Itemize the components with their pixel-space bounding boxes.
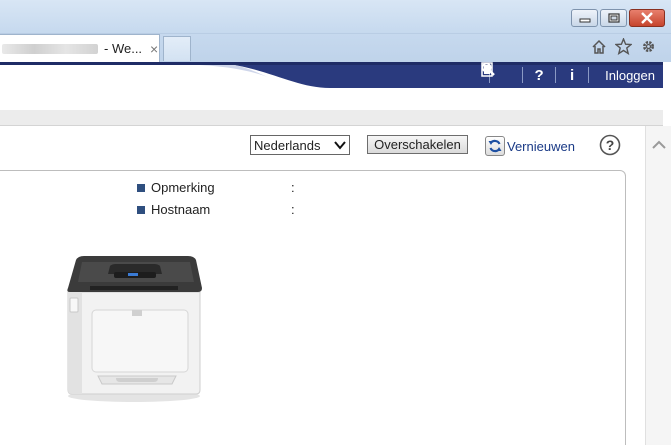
help-icon-glyph: ? — [606, 137, 615, 153]
language-select-value: Nederlands — [254, 137, 321, 153]
tab-title: - We... — [104, 41, 143, 56]
chevron-down-icon — [334, 140, 346, 150]
close-icon — [641, 12, 653, 24]
home-icon[interactable] — [590, 38, 607, 55]
info-separator: : — [291, 180, 295, 195]
gear-icon[interactable] — [640, 38, 657, 55]
bullet-square — [137, 205, 145, 214]
info-label: Hostnaam — [151, 202, 211, 217]
help-icon: ? — [599, 134, 621, 156]
tab-url-blurred — [2, 43, 98, 54]
tab-close-icon[interactable]: × — [150, 41, 158, 57]
login-button[interactable]: Inloggen — [481, 62, 655, 83]
help-button[interactable]: ? — [531, 67, 547, 84]
browser-toolbar-icons — [590, 38, 657, 55]
info-button[interactable]: i — [564, 67, 580, 84]
minimize-button[interactable] — [571, 9, 598, 27]
login-icon — [481, 62, 493, 77]
browser-tab-strip: - We... × — [0, 34, 671, 62]
header-separator-band — [0, 110, 663, 126]
star-icon[interactable] — [615, 38, 632, 55]
close-window-button[interactable] — [629, 9, 665, 27]
restore-icon — [607, 13, 620, 23]
info-label: Opmerking — [151, 180, 215, 195]
printer-image — [67, 256, 202, 402]
divider — [588, 67, 590, 83]
divider — [555, 67, 557, 83]
bullet-square — [137, 183, 145, 192]
window-controls — [571, 9, 665, 27]
divider — [522, 67, 524, 83]
info-row-hostname: Hostnaam : — [137, 202, 301, 217]
browser-tab[interactable]: - We... × — [0, 34, 160, 62]
help-circle-button[interactable]: ? — [599, 134, 621, 156]
language-select[interactable]: Nederlands — [250, 135, 350, 155]
info-separator: : — [291, 202, 295, 217]
switch-language-button[interactable]: Overschakelen — [367, 135, 468, 154]
refresh-icon — [485, 136, 505, 156]
vertical-scrollbar[interactable] — [645, 126, 671, 445]
app-header-banner: ? i Inloggen — [0, 62, 663, 88]
chevron-up-icon[interactable] — [652, 140, 666, 150]
restore-button[interactable] — [600, 9, 627, 27]
header-subband — [0, 88, 663, 110]
new-tab-button[interactable] — [163, 36, 191, 61]
header-tools: ? i Inloggen — [481, 62, 655, 88]
login-label: Inloggen — [605, 67, 655, 83]
info-row-remark: Opmerking : — [137, 180, 301, 195]
minimize-icon — [579, 18, 590, 23]
refresh-label: Vernieuwen — [507, 138, 575, 154]
refresh-button[interactable]: Vernieuwen — [485, 136, 575, 156]
window-titlebar — [0, 0, 671, 34]
